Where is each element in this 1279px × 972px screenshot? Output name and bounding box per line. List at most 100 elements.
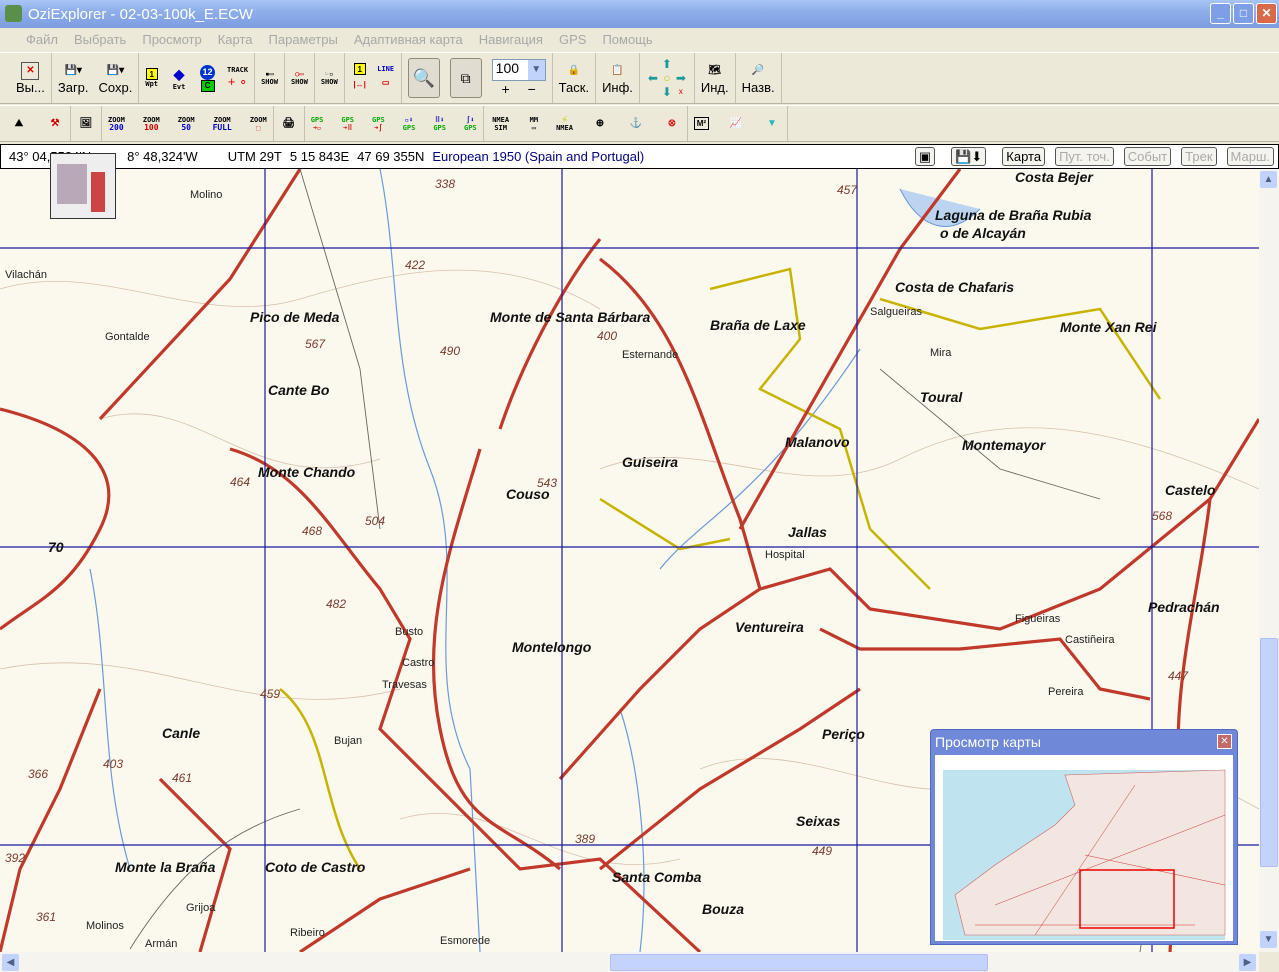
vertical-scroll-thumb[interactable] (1260, 638, 1278, 867)
moving-map-button[interactable]: MM ▭ (530, 116, 538, 132)
nmea-button[interactable]: ⚡ NMEA (556, 114, 573, 132)
map-label: 464 (230, 475, 251, 489)
waypoints-objects-button[interactable]: Пут. точ. (1055, 147, 1114, 166)
map-label: Periço (822, 726, 865, 742)
map-label: Pico de Meda (250, 309, 340, 325)
menu-adaptive-map[interactable]: Адаптивная карта (354, 32, 463, 47)
info-button[interactable]: 📋 Инф. (602, 62, 633, 95)
show-routes-button[interactable]: ☞▫ SHOW (321, 70, 338, 86)
track-objects-button[interactable]: Трек (1181, 147, 1217, 166)
menu-map[interactable]: Карта (218, 32, 253, 47)
elevation-chart-icon[interactable]: 📈 (727, 115, 745, 133)
map-label: Ventureira (735, 619, 804, 635)
menu-select[interactable]: Выбрать (74, 32, 126, 47)
magnifier-button[interactable]: 🔍 (407, 58, 440, 98)
route-badge-icon: 12 (200, 64, 216, 80)
menu-gps[interactable]: GPS (559, 32, 586, 47)
zoom-50-button[interactable]: ZOOM 50 (178, 116, 195, 132)
lifebuoy-icon[interactable]: ⊗ (663, 115, 681, 133)
map-label: Ribeiro (290, 927, 325, 939)
map-objects-button[interactable]: Карта (1002, 147, 1046, 166)
print-icon[interactable]: 🖨 (280, 115, 298, 133)
pan-arrows[interactable]: ⬆ ⬅ ○ ➡ ⬇ x (646, 57, 688, 99)
exit-button[interactable]: ✕ Вы... (16, 61, 45, 95)
anchor-icon[interactable]: ⚓ (627, 115, 645, 133)
event-button[interactable]: ◆ Evt (170, 65, 188, 92)
secondary-toolbar: ⛰ ⚒ 🖼 ZOOM 200 ZOOM 100 ZOOM 50 ZOOM FULL ZO… (0, 105, 1279, 142)
scroll-right-button[interactable]: ▶ (1239, 954, 1256, 971)
scroll-left-button[interactable]: ◀ (2, 954, 19, 971)
save-down-button[interactable]: 💾⬇ (951, 147, 987, 166)
zoom-200-button[interactable]: ZOOM 200 (108, 116, 125, 132)
map-label: Grijoa (186, 902, 216, 914)
zoom-full-button[interactable]: ZOOM FULL (213, 116, 232, 132)
arrow-left-icon[interactable]: ⬅ (646, 71, 660, 85)
zoom-select[interactable]: 100 ▼ (491, 59, 546, 81)
zoom-in-button[interactable]: + (501, 81, 509, 97)
scroll-down-button[interactable]: ▼ (1260, 931, 1277, 948)
zoom-out-button[interactable]: − (528, 81, 536, 97)
gps-download-tracks-button[interactable]: ∫⬇ GPS (464, 116, 477, 132)
area-button[interactable]: M² (693, 117, 709, 130)
menu-help[interactable]: Помощь (602, 32, 652, 47)
horizontal-scrollbar[interactable]: ◀ ▶ (0, 952, 1259, 972)
zoom-box-button[interactable]: ZOOM ⬚ (250, 116, 267, 132)
drag-button[interactable]: 🔒 Таск. (559, 62, 589, 95)
tools-icon[interactable]: ⚒ (46, 115, 64, 133)
menu-file[interactable]: Файл (26, 32, 58, 47)
arrow-up-icon[interactable]: ⬆ (660, 57, 674, 71)
scroll-up-button[interactable]: ▲ (1260, 171, 1277, 188)
map-label: Malanovo (785, 434, 850, 450)
menu-navigation[interactable]: Навигация (479, 32, 543, 47)
window-button[interactable]: ⧉ (449, 58, 482, 98)
filter-icon[interactable]: ▼ (763, 115, 781, 133)
close-button[interactable]: ✕ (1256, 3, 1277, 24)
map-grid-icon[interactable]: ⛰ (10, 115, 28, 133)
rivers (89, 169, 861, 952)
gps-upload-waypoints-button[interactable]: GPS ➜▫ (311, 116, 324, 132)
globe-icon[interactable]: ⊕ (591, 115, 609, 133)
vertical-scrollbar[interactable]: ▲ ▼ (1259, 169, 1279, 952)
map-label: 403 (103, 757, 124, 771)
center-icon[interactable]: ○ (660, 71, 674, 85)
waypoint-list-button[interactable]: 1 |↔| (351, 63, 369, 93)
gps-download-waypoints-button[interactable]: ▫⬇ GPS (403, 116, 416, 132)
map-window-icon[interactable]: 🖼 (77, 115, 95, 133)
minimize-button[interactable]: _ (1210, 3, 1231, 24)
maximize-button[interactable]: □ (1233, 3, 1254, 24)
gps-download-routes-button[interactable]: ⠿⬇ GPS (433, 116, 446, 132)
map-image-button[interactable]: ▣ (914, 147, 936, 166)
nmea-sim-button[interactable]: NMEA SIM (490, 116, 512, 132)
show-waypoints-button[interactable]: ▪▭ SHOW (261, 70, 278, 86)
plus-circle-icon: + ∘ (227, 74, 248, 89)
events-objects-button[interactable]: Событ (1123, 147, 1172, 166)
overview-close-button[interactable]: ✕ (1217, 734, 1232, 749)
map-label: Armán (145, 938, 178, 950)
overview-title: Просмотр карты (935, 734, 1041, 750)
save-button[interactable]: 💾▾ Сохр. (99, 62, 133, 95)
names-button[interactable]: 🔎 Назв. (742, 62, 775, 95)
gps-upload-tracks-button[interactable]: GPS ➜∫ (372, 116, 385, 132)
map-label: Salgueiras (870, 306, 922, 318)
gps-upload-routes-button[interactable]: GPS ➜⠿ (341, 116, 354, 132)
arrow-down-icon[interactable]: ⬇ (660, 85, 674, 99)
load-button[interactable]: 💾▾ Загр. (58, 62, 89, 95)
map-overview-window[interactable]: Просмотр карты ✕ (930, 729, 1238, 945)
line-button[interactable]: LINE ▭ (377, 65, 395, 91)
map-label: Hospital (765, 549, 805, 561)
route-button[interactable]: 12 C (200, 64, 216, 92)
menu-view[interactable]: Просмотр (142, 32, 201, 47)
menu-parameters[interactable]: Параметры (269, 32, 338, 47)
route-objects-button[interactable]: Марш. (1226, 147, 1274, 166)
waypoint-button[interactable]: 1 Wpt (145, 68, 158, 88)
track-button[interactable]: TRACK + ∘ (227, 66, 248, 90)
show-events-button[interactable]: ○▭ SHOW (291, 70, 308, 86)
index-button[interactable]: 🗺 Инд. (701, 62, 729, 95)
horizontal-scroll-thumb[interactable] (610, 954, 988, 971)
arrow-right-icon[interactable]: ➡ (674, 71, 688, 85)
zoom-100-button[interactable]: ZOOM 100 (143, 116, 160, 132)
utm-zone: UTM 29T (227, 149, 282, 164)
overview-map[interactable] (935, 755, 1233, 941)
map-label: 468 (302, 524, 323, 538)
map-label: Canle (162, 725, 201, 741)
